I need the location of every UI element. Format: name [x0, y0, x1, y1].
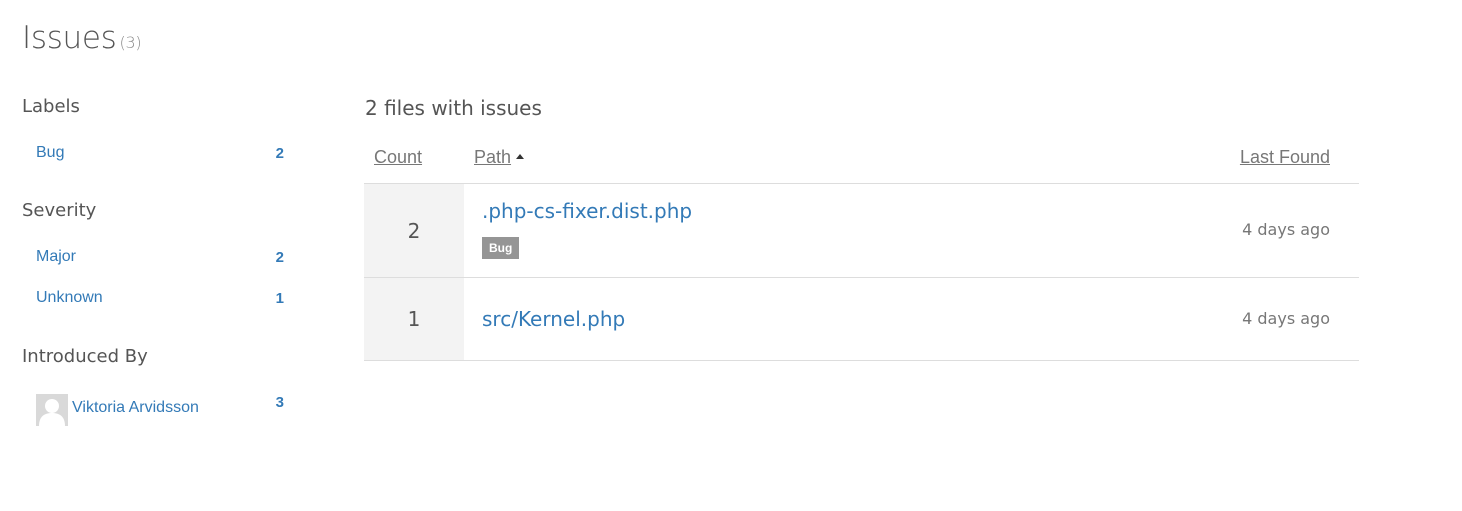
bug-label-badge: Bug [482, 237, 520, 259]
filter-severity-major-text[interactable]: Major [36, 248, 76, 266]
row-issue-count: 1 [364, 278, 464, 360]
sort-ascending-icon [516, 154, 525, 159]
table-row: 1 src/Kernel.php 4 days ago [364, 278, 1359, 361]
file-link[interactable]: src/Kernel.php [482, 307, 625, 331]
issue-count: (3) [119, 33, 142, 52]
filter-severity-unknown-count: 1 [275, 289, 284, 307]
author-name[interactable]: Viktoria Arvidsson [72, 399, 199, 417]
last-found-time: 4 days ago [1242, 309, 1330, 328]
files-with-issues-heading: 2 files with issues [365, 96, 542, 120]
filter-severity-major[interactable]: Major 2 [36, 245, 284, 269]
last-found-time: 4 days ago [1242, 220, 1330, 239]
avatar-placeholder-icon [36, 394, 68, 426]
filter-label-bug[interactable]: Bug 2 [36, 141, 284, 165]
column-header-count[interactable]: Count [374, 147, 422, 168]
labels-heading: Labels [22, 96, 80, 117]
severity-heading: Severity [22, 200, 97, 221]
filter-severity-unknown[interactable]: Unknown 1 [36, 286, 284, 310]
filter-author-viktoria-arvidsson[interactable]: Viktoria Arvidsson 3 [36, 392, 284, 426]
issues-table: Count Path Last Found 2 .php-cs-fixer.di… [364, 138, 1359, 361]
filter-severity-unknown-text[interactable]: Unknown [36, 289, 103, 307]
row-issue-count: 2 [364, 184, 464, 277]
filter-label-bug-text[interactable]: Bug [36, 144, 64, 162]
author-issue-count: 3 [275, 394, 284, 411]
page-title-text: Issues [22, 20, 117, 56]
introduced-by-heading: Introduced By [22, 346, 148, 367]
page-title: Issues (3) [22, 20, 142, 56]
column-header-path-label[interactable]: Path [474, 147, 511, 167]
column-header-last-found[interactable]: Last Found [1240, 147, 1330, 168]
table-row: 2 .php-cs-fixer.dist.php Bug 4 days ago [364, 184, 1359, 278]
table-header: Count Path Last Found [364, 138, 1359, 184]
column-header-path[interactable]: Path [474, 147, 525, 168]
filter-severity-major-count: 2 [275, 248, 284, 266]
filter-label-bug-count: 2 [275, 144, 284, 162]
file-link[interactable]: .php-cs-fixer.dist.php [482, 199, 692, 223]
